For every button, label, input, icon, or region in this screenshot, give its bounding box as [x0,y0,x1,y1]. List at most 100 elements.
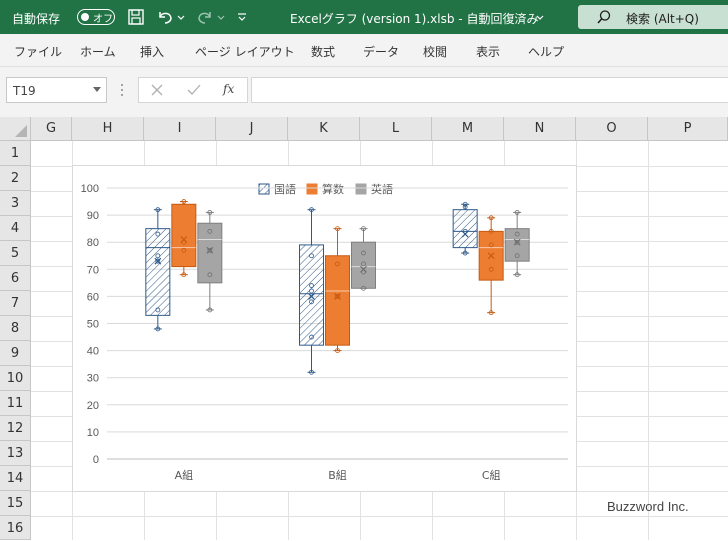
tab-help[interactable]: ヘルプ [528,43,564,60]
tab-page-layout[interactable]: ページ レイアウト [195,43,295,60]
column-header-i[interactable]: I [144,117,216,141]
customize-toolbar-icon[interactable] [236,8,248,26]
y-tick-label: 0 [93,454,99,466]
chart-legend: 国語 算数 英語 [258,182,393,196]
toggle-knob [81,12,89,21]
tab-formulas[interactable]: 数式 [311,43,335,60]
x-axis-labels: A組 B組 C組 [175,469,501,482]
y-tick-label: 60 [87,291,99,303]
row-header[interactable]: 16 [0,516,31,540]
column-header-m[interactable]: M [432,117,504,141]
row-header[interactable]: 9 [0,341,31,366]
column-header-n[interactable]: N [504,117,576,141]
y-tick-label: 40 [87,346,99,358]
box [299,244,324,346]
y-tick-label: 10 [87,427,99,439]
redo-icon[interactable] [196,8,214,26]
more-options-icon[interactable] [119,83,125,97]
box [171,203,197,268]
tab-insert[interactable]: 挿入 [140,43,164,60]
y-tick-label: 70 [87,264,99,276]
plot-area [145,199,530,375]
row-header[interactable]: 15 [0,491,31,516]
column-header-j[interactable]: J [216,117,288,141]
row-header[interactable]: 3 [0,191,31,216]
legend-swatch [258,183,270,195]
x-category-label: B組 [328,469,347,482]
undo-icon[interactable] [156,8,174,26]
undo-dropdown-icon[interactable] [176,8,186,26]
row-header[interactable]: 7 [0,291,31,316]
formula-buttons: fx [138,77,248,103]
legend-label: 国語 [274,182,296,196]
row-header[interactable]: 6 [0,266,31,291]
ribbon-tabs: ファイル ホーム 挿入 ページ レイアウト 数式 データ 校閲 表示 ヘルプ [0,34,728,67]
legend-label: 英語 [371,182,393,196]
title-dropdown-icon[interactable] [535,8,545,26]
column-header-k[interactable]: K [288,117,360,141]
watermark: Buzzword Inc. [607,499,689,514]
formula-bar: T19 fx [0,67,728,117]
column-header-p[interactable]: P [648,117,728,141]
box [197,222,223,284]
tab-review[interactable]: 校閲 [423,43,447,60]
y-tick-label: 30 [87,373,99,385]
autosave-toggle[interactable]: オフ [77,9,115,25]
column-header-o[interactable]: O [576,117,648,141]
formula-input[interactable] [251,77,728,103]
title-bar: 自動保存 オフ Excelグラフ (version 1).xlsb - 自動回復… [0,0,728,34]
row-header[interactable]: 13 [0,441,31,466]
tab-file[interactable]: ファイル [14,43,62,60]
tab-view[interactable]: 表示 [476,43,500,60]
worksheet-grid: G H I J K L M N O P 1 2 3 4 5 6 7 8 9 10… [0,117,728,540]
insert-function-icon[interactable]: fx [223,82,234,96]
enter-icon[interactable] [187,84,201,96]
document-title[interactable]: Excelグラフ (version 1).xlsb - 自動回復済み [290,10,538,27]
search-box[interactable]: 検索 (Alt+Q) [578,5,728,29]
box [145,228,171,316]
legend-label: 算数 [322,182,344,196]
search-label: 検索 (Alt+Q) [626,12,699,26]
row-header[interactable]: 14 [0,466,31,491]
row-header[interactable]: 10 [0,366,31,391]
save-icon[interactable] [127,8,145,26]
column-header-g[interactable]: G [31,117,72,141]
legend-swatch [355,183,367,195]
autosave-state: オフ [93,14,113,25]
select-all-corner[interactable] [0,117,31,141]
tab-data[interactable]: データ [363,43,399,60]
search-icon [597,10,611,24]
row-header[interactable]: 1 [0,141,31,166]
row-header[interactable]: 11 [0,391,31,416]
y-tick-label: 50 [87,319,99,331]
name-box-dropdown-icon[interactable] [93,87,101,93]
box [351,241,376,289]
row-header[interactable]: 8 [0,316,31,341]
row-header[interactable]: 4 [0,216,31,241]
column-header-l[interactable]: L [360,117,432,141]
y-tick-label: 80 [87,237,99,249]
row-header[interactable]: 5 [0,241,31,266]
y-tick-label: 90 [87,210,99,222]
cancel-icon[interactable] [151,84,163,96]
box [325,255,350,346]
y-tick-label: 20 [87,400,99,412]
box [504,228,530,262]
tab-home[interactable]: ホーム [80,43,116,60]
column-header-h[interactable]: H [72,117,144,141]
y-axis-ticks: 0 10 20 30 40 50 60 70 80 90 100 [81,183,99,466]
y-tick-label: 100 [81,183,99,195]
row-header[interactable]: 12 [0,416,31,441]
select-all-triangle-icon [15,125,27,137]
x-category-label: C組 [482,469,501,482]
name-box-value: T19 [13,84,36,98]
x-category-label: A組 [175,469,194,482]
legend-swatch [306,183,318,195]
redo-dropdown-icon[interactable] [216,8,226,26]
name-box[interactable]: T19 [6,77,107,103]
box [452,209,478,249]
row-header[interactable]: 2 [0,166,31,191]
autosave-label: 自動保存 [12,12,61,26]
chart-canvas: 国語 算数 英語 0 10 20 30 40 50 60 70 80 90 100 A組 B組 C組 [81,182,568,482]
chart-box-plot[interactable]: 国語 算数 英語 0 10 20 30 40 50 60 70 80 90 100 A組 B組 C組 [72,165,577,492]
